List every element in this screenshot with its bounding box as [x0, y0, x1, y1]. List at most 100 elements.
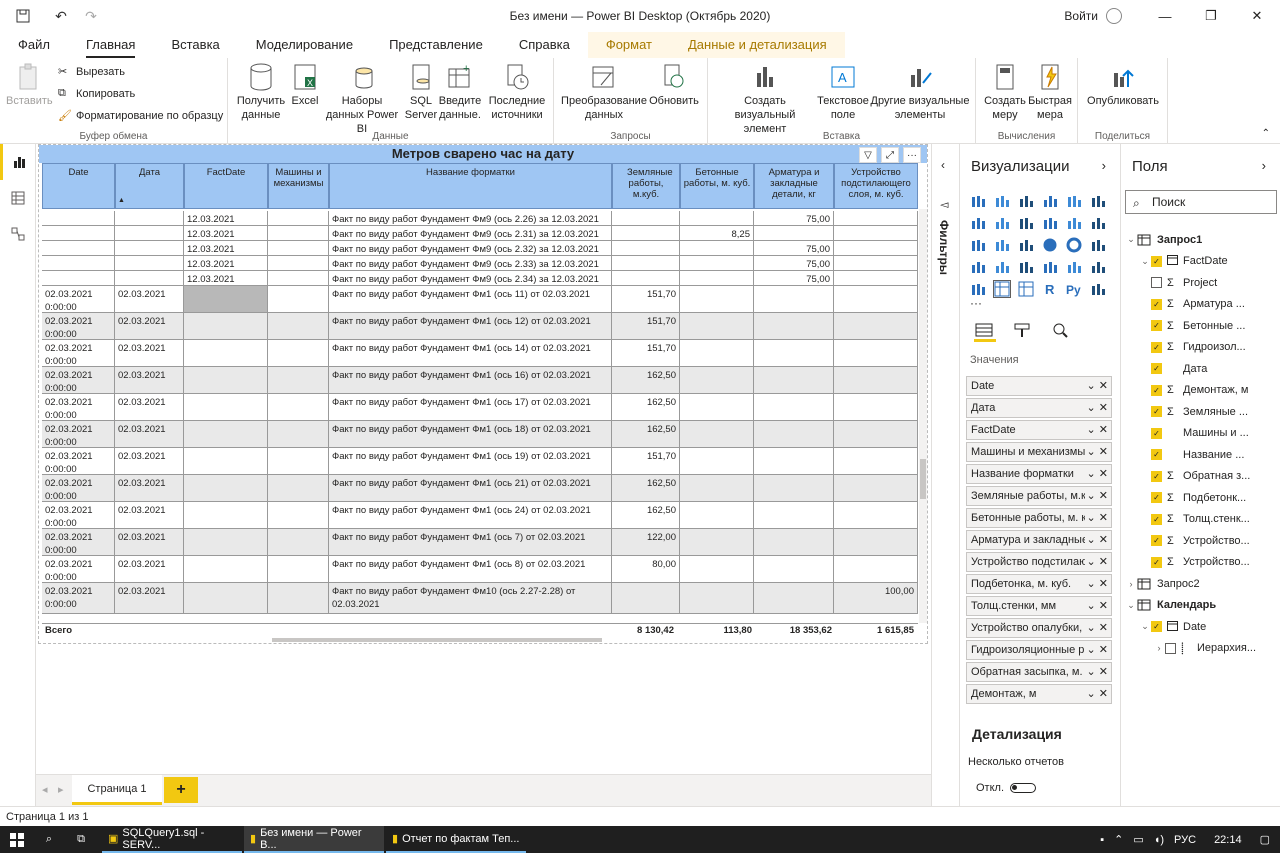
cut-button[interactable]: ✂ Вырезать [58, 62, 125, 82]
stacked-bar-icon[interactable] [970, 193, 986, 209]
area-icon[interactable] [994, 215, 1010, 231]
pie-icon[interactable] [1042, 237, 1058, 253]
field-item[interactable]: ✓ Σ Демонтаж, м [1121, 380, 1280, 402]
field-item[interactable]: ✓ Σ Толщ.стенк... [1121, 509, 1280, 531]
taskbar-app-pbi2[interactable]: ▮ Отчет по фактам Теп... [386, 826, 526, 853]
table-row[interactable]: 02.03.2021 0:00:00 02.03.2021 Факт по виду… [42, 556, 918, 583]
excel-button[interactable]: X Excel [290, 62, 320, 108]
remove-field-icon[interactable]: ⌄ ✕ [1084, 641, 1108, 659]
enter-data-button[interactable]: + Введите данные. [438, 62, 482, 122]
field-item[interactable]: ✓ Σ Земляные ... [1121, 401, 1280, 423]
field-checkbox[interactable]: ✓ [1151, 255, 1162, 267]
tab-format[interactable]: Формат [587, 32, 670, 58]
horizontal-scrollbar[interactable] [42, 637, 918, 643]
fields-well-icon[interactable] [974, 322, 996, 342]
map-icon[interactable] [970, 259, 986, 275]
column-header[interactable]: FactDate [184, 163, 268, 209]
quick-measure-button[interactable]: Быстрая мера [1026, 62, 1074, 122]
column-header[interactable]: Устройство подстилающего слоя, м. куб. [834, 163, 918, 209]
column-header[interactable]: Date [42, 163, 115, 209]
field-item[interactable]: ✓ Σ Устройство... [1121, 530, 1280, 552]
remove-field-icon[interactable]: ⌄ ✕ [1084, 553, 1108, 571]
remove-field-icon[interactable]: ⌄ ✕ [1084, 509, 1108, 527]
chevron-right-icon[interactable]: › [1153, 643, 1165, 653]
minimize-button[interactable]: — [1142, 0, 1188, 32]
filters-pane[interactable]: ‹ ◅ Фильтры [931, 144, 959, 806]
maximize-button[interactable]: ❐ [1188, 0, 1234, 32]
paste-button[interactable]: Вставить [6, 62, 53, 108]
undo-icon[interactable]: ↶ [46, 0, 76, 32]
redo-icon[interactable]: ↷ [76, 0, 106, 32]
column-header[interactable]: Название форматки [329, 163, 612, 209]
multirow-card-icon[interactable] [1066, 259, 1082, 275]
value-well[interactable]: Обратная засыпка, м. к ⌄ ✕ [966, 662, 1112, 682]
table-row[interactable]: 02.03.2021 0:00:00 02.03.2021 Факт по виду… [42, 448, 918, 475]
model-view-icon[interactable] [0, 216, 36, 252]
analytics-magnifier-icon[interactable] [1050, 322, 1072, 342]
table-row[interactable]: 02.03.2021 0:00:00 02.03.2021 Факт по виду… [42, 421, 918, 448]
decomposition-icon[interactable] [1090, 281, 1106, 297]
field-item[interactable]: ✓ Σ Подбетонк... [1121, 487, 1280, 509]
next-page-icon[interactable]: ▸ [58, 783, 64, 796]
table-icon[interactable] [993, 280, 1011, 298]
more-visuals-button[interactable]: Другие визуальные элементы [870, 62, 970, 122]
chevron-down-icon[interactable]: ⌄ [1139, 621, 1151, 632]
field-checkbox[interactable]: ✓ [1151, 427, 1162, 439]
line-clustered-icon[interactable] [1066, 215, 1082, 231]
remove-field-icon[interactable]: ⌄ ✕ [1084, 421, 1108, 439]
tray-app-icon[interactable]: ▪ [1100, 834, 1104, 846]
remove-field-icon[interactable]: ⌄ ✕ [1084, 443, 1108, 461]
page-tab[interactable]: Страница 1 [72, 775, 162, 805]
field-checkbox[interactable]: ✓ [1151, 363, 1162, 375]
table-row[interactable]: 02.03.2021 0:00:00 02.03.2021 Факт по виду… [42, 340, 918, 367]
new-measure-button[interactable]: Создать меру [980, 62, 1030, 122]
funnel-icon[interactable] [994, 237, 1010, 253]
tab-file[interactable]: Файл [0, 32, 68, 58]
prev-page-icon[interactable]: ◂ [42, 783, 48, 796]
add-page-button[interactable]: + [164, 777, 198, 803]
chevron-right-icon[interactable]: › [1102, 158, 1106, 173]
chevron-up-icon[interactable]: ⌃ [1114, 833, 1123, 846]
table-row[interactable]: 02.03.2021 0:00:00 02.03.2021 Факт по виду… [42, 475, 918, 502]
value-well[interactable]: Название форматки ⌄ ✕ [966, 464, 1112, 484]
field-checkbox[interactable]: ✓ [1151, 621, 1162, 633]
start-button[interactable] [0, 826, 34, 853]
ribbon-icon[interactable] [1090, 215, 1106, 231]
value-well[interactable]: Подбетонка, м. куб. ⌄ ✕ [966, 574, 1112, 594]
remove-field-icon[interactable]: ⌄ ✕ [1084, 685, 1108, 703]
value-well[interactable]: Арматура и закладные ⌄ ✕ [966, 530, 1112, 550]
field-checkbox[interactable]: ✓ [1151, 492, 1162, 504]
tab-modeling[interactable]: Моделирование [238, 32, 371, 58]
field-item[interactable]: ✓ Σ Устройство... [1121, 552, 1280, 574]
line-icon[interactable] [970, 215, 986, 231]
field-checkbox[interactable]: ✓ [1151, 470, 1162, 482]
value-well[interactable]: Гидроизоляционные р ⌄ ✕ [966, 640, 1112, 660]
vertical-scrollbar[interactable] [919, 209, 927, 623]
slicer-icon[interactable] [970, 281, 986, 297]
table-row[interactable]: 12.03.2021 0:00:00 Факт по виду работ Фун… [42, 241, 918, 256]
collapse-icon[interactable]: ‹ [941, 158, 945, 172]
chevron-right-icon[interactable]: › [1125, 579, 1137, 589]
gauge-icon[interactable] [1018, 259, 1034, 275]
new-visual-button[interactable]: Создать визуальный элемент [714, 62, 816, 136]
field-item[interactable]: ✓ Машины и ... [1121, 423, 1280, 445]
line-column-icon[interactable] [1042, 215, 1058, 231]
field-checkbox[interactable] [1165, 642, 1176, 654]
field-checkbox[interactable]: ✓ [1151, 298, 1162, 310]
field-checkbox[interactable]: ✓ [1151, 320, 1162, 332]
field-checkbox[interactable]: ✓ [1151, 406, 1162, 418]
toggle-switch[interactable] [1010, 783, 1037, 793]
field-checkbox[interactable] [1151, 277, 1162, 289]
value-well[interactable]: Демонтаж, м ⌄ ✕ [966, 684, 1112, 704]
value-well[interactable]: Толщ.стенки, мм ⌄ ✕ [966, 596, 1112, 616]
value-well[interactable]: Земляные работы, м.куб ⌄ ✕ [966, 486, 1112, 506]
collapse-ribbon-icon[interactable]: ⌃ [1262, 128, 1270, 139]
field-item[interactable]: Σ Project [1121, 272, 1280, 294]
focus-mode-icon[interactable]: ⤢ [881, 147, 899, 163]
network-icon[interactable]: ▭ [1133, 833, 1143, 846]
remove-field-icon[interactable]: ⌄ ✕ [1084, 377, 1108, 395]
column-header[interactable]: Земляные работы, м.куб. [612, 163, 680, 209]
recent-sources-button[interactable]: Последние источники [484, 62, 550, 122]
tab-home[interactable]: Главная [68, 32, 153, 58]
field-item[interactable]: › ⸽ Иерархия... [1121, 638, 1280, 660]
